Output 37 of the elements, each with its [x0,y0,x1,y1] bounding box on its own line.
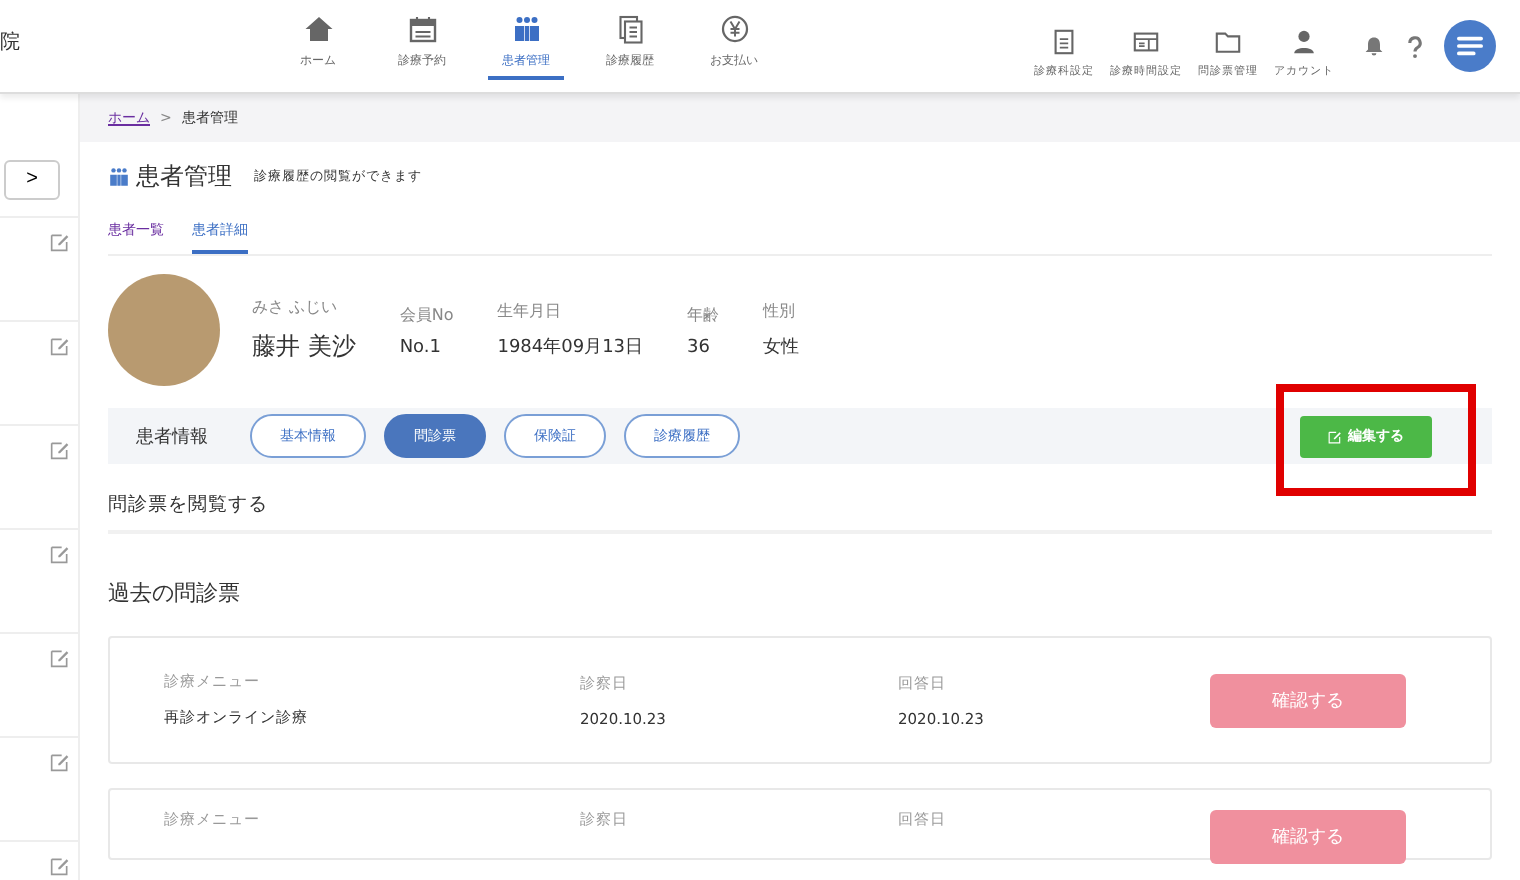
nav-icon [511,13,541,43]
toolbar-icon [1050,27,1078,55]
edit-icon [1328,429,1342,443]
section-heading: 問診票を閲覧する [108,492,1492,534]
field-value: 36 [687,337,712,357]
field-label: 会員No [399,303,454,325]
toolbar-icon [1214,27,1242,55]
page-title: 患者管理 [136,159,232,193]
next-page-button[interactable]: > [4,159,60,199]
edit-icon[interactable] [50,855,70,875]
nav-icon [615,13,645,43]
edit-icon[interactable] [50,647,70,667]
toolbar-icon [1132,27,1160,55]
help-icon[interactable] [1402,33,1428,59]
field-label: 年齢 [687,303,720,325]
section-title: 過去の問診票 [108,578,242,608]
field-label: 生年月日 [497,300,564,322]
edit-icon[interactable] [50,439,70,459]
field-value: No.1 [399,337,443,357]
nav-icon [719,13,749,43]
edit-icon[interactable] [50,751,70,771]
patient-kana: みさ ふじい [252,296,340,318]
edit-icon[interactable] [50,543,70,563]
info-label: 患者情報 [136,425,208,449]
patient-name: 藤井 美沙 [252,330,356,364]
menu-icon[interactable] [1444,20,1496,72]
nav-icon [303,13,333,43]
toolbar-icon [1290,27,1318,55]
clinic-name: 院 [0,29,22,56]
field-value: 女性 [763,335,800,360]
field-value: 1984年09月13日 [497,335,644,360]
field-label: 性別 [763,300,798,322]
edit-icon[interactable] [50,335,70,355]
people-icon [108,165,130,187]
edit-icon[interactable] [50,231,70,251]
nav-icon [407,13,437,43]
bell-icon[interactable] [1362,34,1386,58]
